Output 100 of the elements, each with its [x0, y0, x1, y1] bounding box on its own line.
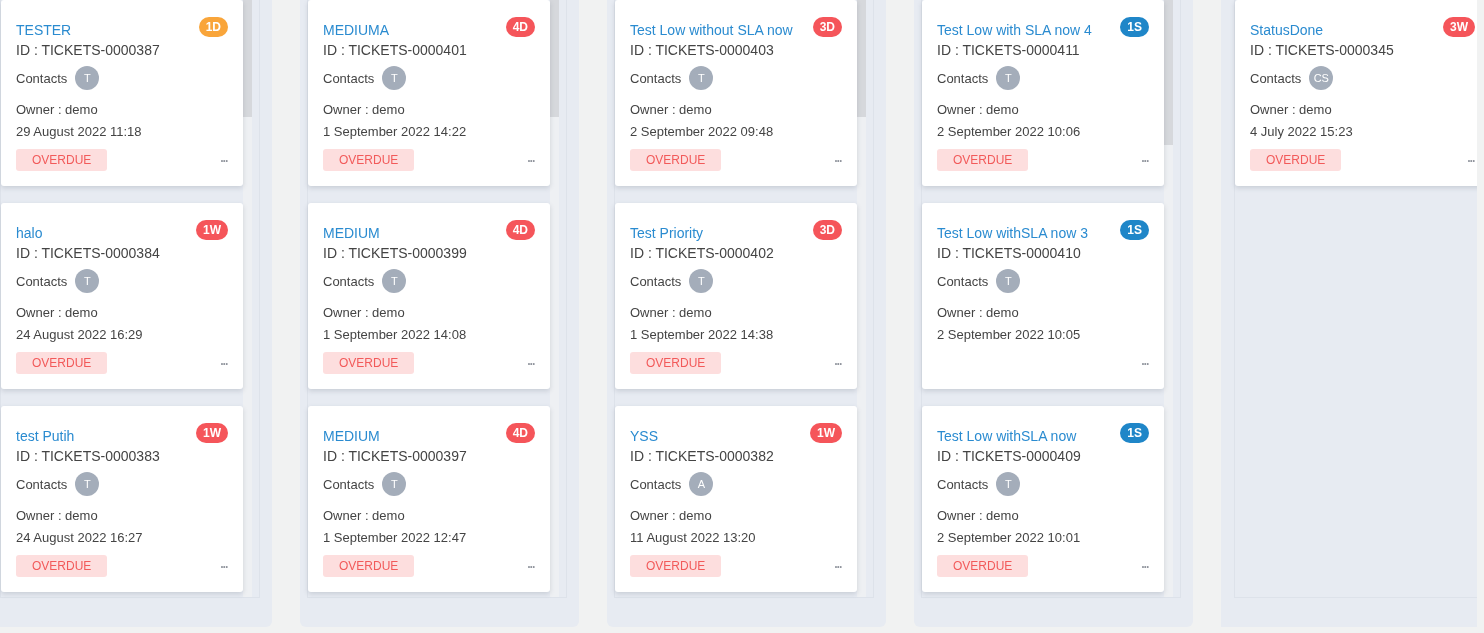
owner-text: Owner : demo — [323, 101, 406, 119]
status-tag: OVERDUE — [630, 555, 722, 577]
contact-avatar[interactable]: T — [996, 472, 1021, 496]
date-text: 2 September 2022 10:05 — [937, 326, 1082, 344]
status-tag: OVERDUE — [937, 149, 1029, 171]
age-badge: 1S — [1120, 220, 1149, 240]
contact-avatar[interactable]: T — [75, 472, 100, 496]
ticket-title[interactable]: Test Priority — [630, 225, 704, 241]
ticket-id: ID : TICKETS-0000411 — [937, 41, 1081, 60]
contacts-label: Contacts — [16, 70, 68, 86]
ticket-title[interactable]: MEDIUM — [323, 428, 380, 444]
ticket-title[interactable]: StatusDone — [1250, 22, 1324, 38]
ticket-id: ID : TICKETS-0000383 — [16, 447, 161, 466]
owner-text: Owner : demo — [16, 101, 99, 119]
contacts-label: Contacts — [323, 70, 375, 86]
contacts-label: Contacts — [937, 70, 989, 86]
age-badge: 3D — [812, 220, 842, 240]
owner-text: Owner : demo — [323, 507, 406, 525]
ticket-id: ID : TICKETS-0000403 — [630, 41, 775, 60]
age-badge: 3D — [812, 17, 842, 37]
date-text: 29 August 2022 11:18 — [16, 123, 143, 141]
date-text: 2 September 2022 10:06 — [937, 123, 1082, 141]
date-text: 2 September 2022 10:01 — [937, 529, 1082, 547]
contact-avatar[interactable]: T — [996, 66, 1021, 90]
status-tag: OVERDUE — [16, 149, 108, 171]
owner-text: Owner : demo — [630, 304, 713, 322]
date-text: 2 September 2022 09:48 — [630, 123, 775, 141]
contacts-label: Contacts — [937, 476, 989, 492]
age-badge: 1W — [196, 423, 228, 443]
contacts-label: Contacts — [323, 476, 375, 492]
date-text: 24 August 2022 16:29 — [16, 326, 144, 344]
owner-text: Owner : demo — [323, 304, 406, 322]
contacts-label: Contacts — [1250, 70, 1302, 86]
ticket-id: ID : TICKETS-0000384 — [16, 244, 161, 263]
owner-text: Owner : demo — [1250, 101, 1333, 119]
age-badge: 4D — [505, 17, 535, 37]
status-tag: OVERDUE — [630, 149, 722, 171]
scrollbar-thumb[interactable] — [857, 0, 866, 117]
date-text: 1 September 2022 14:08 — [323, 326, 468, 344]
status-tag: OVERDUE — [323, 149, 415, 171]
ticket-title[interactable]: Test Low without SLA now — [630, 22, 793, 38]
date-text: 1 September 2022 12:47 — [323, 529, 468, 547]
contacts-label: Contacts — [630, 476, 682, 492]
date-text: 11 August 2022 13:20 — [630, 529, 757, 547]
contact-avatar[interactable]: T — [382, 472, 407, 496]
scrollbar-thumb[interactable] — [243, 0, 252, 117]
contact-avatar[interactable]: T — [689, 66, 714, 90]
age-badge: 1W — [196, 220, 228, 240]
status-tag: OVERDUE — [323, 555, 415, 577]
ticket-id: ID : TICKETS-0000382 — [630, 447, 775, 466]
contact-avatar[interactable]: CS — [1309, 66, 1334, 90]
ticket-id: ID : TICKETS-0000345 — [1250, 41, 1395, 60]
contacts-label: Contacts — [630, 273, 682, 289]
contact-avatar[interactable]: T — [75, 66, 100, 90]
owner-text: Owner : demo — [937, 507, 1020, 525]
owner-text: Owner : demo — [937, 101, 1020, 119]
ticket-title[interactable]: test Putih — [16, 428, 75, 444]
status-tag: OVERDUE — [323, 352, 415, 374]
ticket-id: ID : TICKETS-0000399 — [323, 244, 468, 263]
ticket-title[interactable]: MEDIUM — [323, 225, 380, 241]
contact-avatar[interactable]: T — [75, 269, 100, 293]
contacts-label: Contacts — [630, 70, 682, 86]
ticket-id: ID : TICKETS-0000397 — [323, 447, 468, 466]
age-badge: 1W — [810, 423, 842, 443]
contact-avatar[interactable]: T — [689, 269, 714, 293]
contact-avatar[interactable]: A — [689, 472, 714, 496]
owner-text: Owner : demo — [630, 507, 713, 525]
ticket-id: ID : TICKETS-0000401 — [323, 41, 468, 60]
ticket-title[interactable]: Test Low withSLA now — [937, 428, 1077, 444]
age-badge: 4D — [505, 423, 535, 443]
ticket-id: ID : TICKETS-0000402 — [630, 244, 775, 263]
status-tag: OVERDUE — [630, 352, 722, 374]
ticket-id: ID : TICKETS-0000410 — [937, 244, 1082, 263]
age-badge: 4D — [505, 220, 535, 240]
status-tag: OVERDUE — [16, 352, 108, 374]
age-badge: 1S — [1120, 17, 1149, 37]
ticket-title[interactable]: halo — [16, 225, 43, 241]
ticket-id: ID : TICKETS-0000387 — [16, 41, 161, 60]
ticket-title[interactable]: YSS — [630, 428, 658, 444]
ticket-title[interactable]: TESTER — [16, 22, 72, 38]
owner-text: Owner : demo — [630, 101, 713, 119]
ticket-title[interactable]: Test Low with SLA now 4 — [937, 22, 1092, 38]
ticket-title[interactable]: MEDIUMA — [323, 22, 390, 38]
ticket-title[interactable]: Test Low withSLA now 3 — [937, 225, 1088, 241]
status-tag: OVERDUE — [1250, 149, 1342, 171]
owner-text: Owner : demo — [937, 304, 1020, 322]
age-badge: 1S — [1120, 423, 1149, 443]
contact-avatar[interactable]: T — [382, 66, 407, 90]
scrollbar-thumb[interactable] — [550, 0, 559, 117]
age-badge: 3W — [1443, 17, 1475, 37]
age-badge: 1D — [198, 17, 228, 37]
contacts-label: Contacts — [323, 273, 375, 289]
contacts-label: Contacts — [16, 476, 68, 492]
status-tag: OVERDUE — [937, 555, 1029, 577]
contact-avatar[interactable]: T — [996, 269, 1021, 293]
scrollbar-thumb[interactable] — [1164, 0, 1173, 145]
owner-text: Owner : demo — [16, 507, 99, 525]
date-text: 1 September 2022 14:38 — [630, 326, 775, 344]
contacts-label: Contacts — [937, 273, 989, 289]
contact-avatar[interactable]: T — [382, 269, 407, 293]
